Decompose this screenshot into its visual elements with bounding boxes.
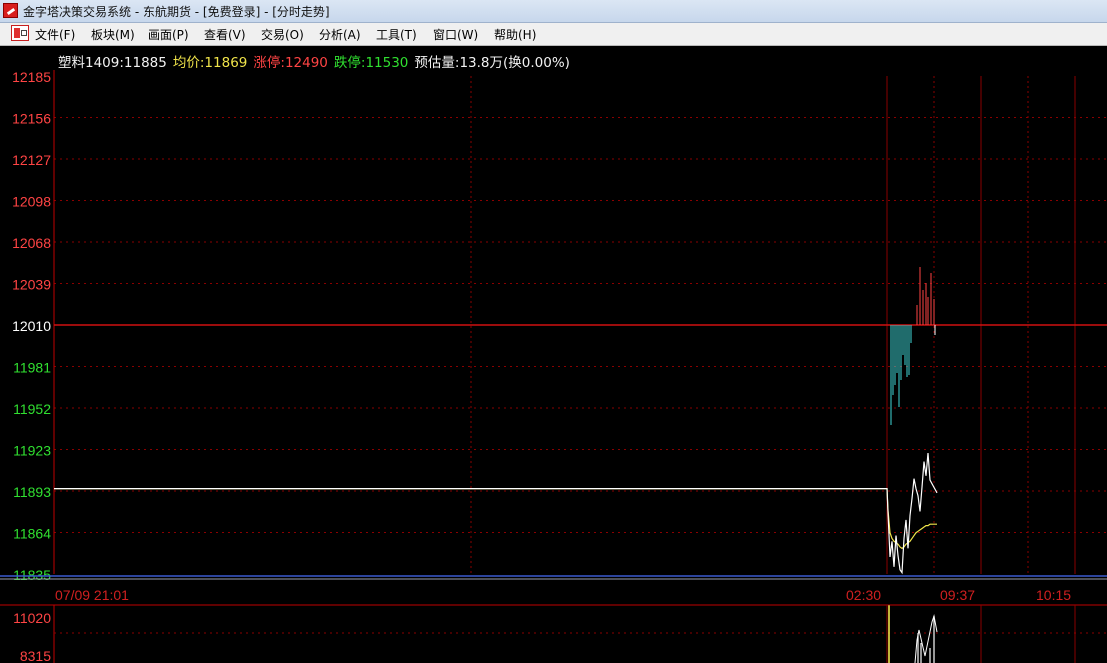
price-axis-label: 12185 bbox=[12, 69, 51, 85]
price-axis-label: 11893 bbox=[13, 484, 51, 500]
menu-trade[interactable]: 交易(O) bbox=[261, 26, 304, 43]
app-logo-icon bbox=[3, 3, 18, 18]
volume-axis-label: 11020 bbox=[13, 610, 51, 626]
time-axis-label: 10:15 bbox=[1036, 587, 1071, 603]
time-axis-label: 02:30 bbox=[846, 587, 881, 603]
price-axis-label: 11923 bbox=[13, 443, 51, 459]
price-axis-label: 12098 bbox=[12, 194, 51, 210]
menu-file[interactable]: 文件(F) bbox=[35, 26, 75, 43]
menu-help[interactable]: 帮助(H) bbox=[494, 26, 536, 43]
title-bar: 金字塔决策交易系统 - 东航期货 - [免费登录] - [分时走势] bbox=[0, 0, 1107, 23]
price-axis-label: 11981 bbox=[13, 360, 51, 376]
intraday-chart-panel[interactable]: 塑料1409:11885 均价:11869 涨停:12490 跌停:11530 预估量:… bbox=[0, 46, 1107, 663]
menu-window[interactable]: 窗口(W) bbox=[433, 26, 478, 43]
menu-screen[interactable]: 画面(P) bbox=[148, 26, 189, 43]
time-axis-label: 09:37 bbox=[940, 587, 975, 603]
price-line bbox=[54, 453, 938, 575]
chart-canvas: 12185 12156 12127 12098 12068 12039 12010 11981… bbox=[0, 69, 1107, 663]
menu-tools[interactable]: 工具(T) bbox=[376, 26, 417, 43]
average-price-line bbox=[54, 488, 937, 550]
window-title: 金字塔决策交易系统 - 东航期货 - [免费登录] - [分时走势] bbox=[23, 5, 330, 19]
price-axis-label: 12127 bbox=[12, 152, 51, 168]
price-axis-label: 11835 bbox=[13, 567, 51, 583]
document-system-menu-icon[interactable] bbox=[11, 25, 29, 41]
price-axis-label: 11952 bbox=[13, 401, 51, 417]
price-axis-label: 12156 bbox=[12, 111, 51, 127]
volume-axis-label: 8315 bbox=[20, 648, 51, 663]
menu-sector[interactable]: 板块(M) bbox=[91, 26, 135, 43]
price-axis-label: 12010 bbox=[12, 318, 51, 334]
menu-analysis[interactable]: 分析(A) bbox=[319, 26, 361, 43]
price-axis-label: 12039 bbox=[12, 277, 51, 293]
price-axis-label: 11864 bbox=[13, 526, 51, 542]
menu-view[interactable]: 查看(V) bbox=[204, 26, 246, 43]
price-axis-label: 12068 bbox=[12, 235, 51, 251]
time-axis-label: 07/09 21:01 bbox=[55, 587, 129, 603]
menu-bar: 文件(F) 板块(M) 画面(P) 查看(V) 交易(O) 分析(A) 工具(T… bbox=[0, 23, 1107, 46]
